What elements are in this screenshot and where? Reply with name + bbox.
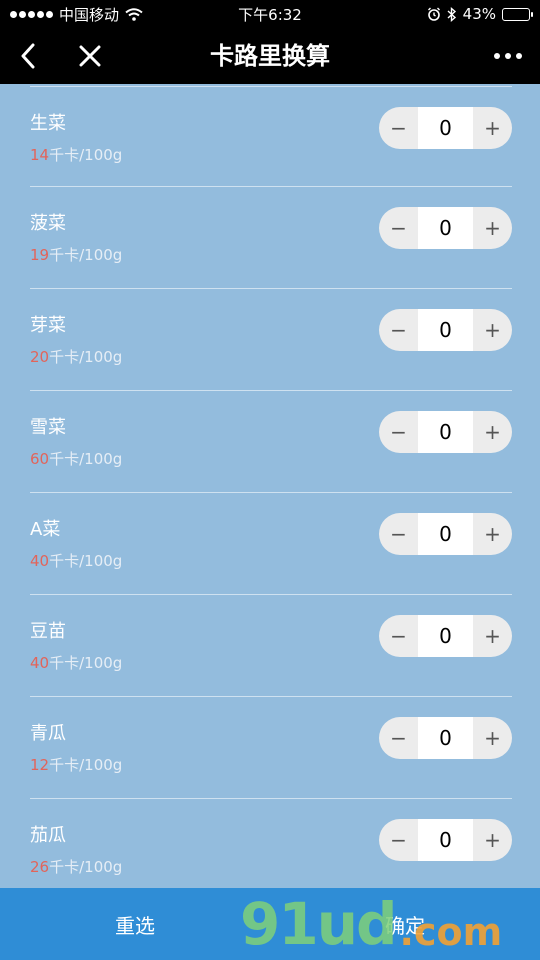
close-icon	[79, 45, 101, 67]
food-name: 生菜	[30, 113, 66, 134]
list-item: 雪菜 60千卡/100g − 0 +	[30, 390, 512, 492]
more-button[interactable]	[488, 28, 528, 84]
calorie-unit: 千卡/100g	[49, 246, 123, 264]
list-item: 生菜 14千卡/100g − 0 +	[30, 86, 512, 188]
food-calories: 14千卡/100g	[30, 144, 122, 165]
decrement-button[interactable]: −	[379, 513, 418, 555]
calorie-unit: 千卡/100g	[49, 858, 123, 876]
decrement-button[interactable]: −	[379, 107, 418, 149]
more-dots-icon	[494, 53, 522, 59]
quantity-value[interactable]: 0	[418, 513, 473, 555]
status-left: 中国移动	[10, 4, 143, 25]
quantity-value[interactable]: 0	[418, 717, 473, 759]
quantity-stepper: − 0 +	[379, 207, 512, 249]
decrement-button[interactable]: −	[379, 309, 418, 351]
calorie-unit: 千卡/100g	[49, 450, 123, 468]
wifi-icon	[125, 7, 143, 21]
calorie-value: 26	[30, 858, 50, 876]
quantity-stepper: − 0 +	[379, 513, 512, 555]
quantity-stepper: − 0 +	[379, 411, 512, 453]
food-name: 雪菜	[30, 417, 66, 438]
quantity-stepper: − 0 +	[379, 309, 512, 351]
list-item: 豆苗 40千卡/100g − 0 +	[30, 594, 512, 696]
quantity-value[interactable]: 0	[418, 207, 473, 249]
alarm-icon	[427, 7, 440, 21]
food-name: 菠菜	[30, 213, 66, 234]
increment-button[interactable]: +	[473, 717, 512, 759]
list-item: A菜 40千卡/100g − 0 +	[30, 492, 512, 594]
quantity-stepper: − 0 +	[379, 717, 512, 759]
calorie-unit: 千卡/100g	[49, 348, 123, 366]
food-calories: 40千卡/100g	[30, 652, 122, 673]
calorie-unit: 千卡/100g	[49, 756, 123, 774]
decrement-button[interactable]: −	[379, 819, 418, 861]
calorie-value: 60	[30, 450, 50, 468]
calorie-unit: 千卡/100g	[49, 146, 123, 164]
food-calories: 40千卡/100g	[30, 550, 122, 571]
increment-button[interactable]: +	[473, 819, 512, 861]
bottom-action-bar: 重选 确定	[0, 888, 540, 960]
signal-icon	[10, 10, 53, 18]
quantity-value[interactable]: 0	[418, 309, 473, 351]
calorie-value: 20	[30, 348, 50, 366]
increment-button[interactable]: +	[473, 411, 512, 453]
increment-button[interactable]: +	[473, 513, 512, 555]
close-button[interactable]	[72, 28, 108, 84]
decrement-button[interactable]: −	[379, 615, 418, 657]
calorie-value: 40	[30, 552, 50, 570]
food-name: 茄瓜	[30, 825, 66, 846]
status-right: 43%	[427, 5, 533, 23]
food-calories: 12千卡/100g	[30, 754, 122, 775]
food-name: 芽菜	[30, 315, 66, 336]
status-bar: 中国移动 下午6:32 43%	[0, 0, 540, 28]
decrement-button[interactable]: −	[379, 207, 418, 249]
quantity-stepper: − 0 +	[379, 819, 512, 861]
battery-percent: 43%	[462, 5, 496, 23]
increment-button[interactable]: +	[473, 615, 512, 657]
chevron-left-icon	[21, 43, 35, 69]
decrement-button[interactable]: −	[379, 411, 418, 453]
list-item: 芽菜 20千卡/100g − 0 +	[30, 288, 512, 390]
list-item: 青瓜 12千卡/100g − 0 +	[30, 696, 512, 798]
food-name: 青瓜	[30, 723, 66, 744]
increment-button[interactable]: +	[473, 107, 512, 149]
food-name: A菜	[30, 519, 61, 540]
quantity-stepper: − 0 +	[379, 107, 512, 149]
confirm-button[interactable]: 确定	[270, 888, 540, 960]
calorie-unit: 千卡/100g	[49, 654, 123, 672]
increment-button[interactable]: +	[473, 207, 512, 249]
food-calories: 26千卡/100g	[30, 856, 122, 877]
quantity-value[interactable]: 0	[418, 615, 473, 657]
nav-bar: 卡路里换算	[0, 28, 540, 84]
quantity-value[interactable]: 0	[418, 107, 473, 149]
food-calories: 60千卡/100g	[30, 448, 122, 469]
back-button[interactable]	[10, 28, 46, 84]
increment-button[interactable]: +	[473, 309, 512, 351]
carrier-label: 中国移动	[59, 5, 120, 24]
bluetooth-icon	[447, 6, 456, 22]
quantity-value[interactable]: 0	[418, 411, 473, 453]
calorie-value: 40	[30, 654, 50, 672]
quantity-value[interactable]: 0	[418, 819, 473, 861]
food-list: 生菜 14千卡/100g − 0 + 菠菜 19千卡/100g − 0 + 芽菜…	[0, 84, 540, 888]
decrement-button[interactable]: −	[379, 717, 418, 759]
list-item: 菠菜 19千卡/100g − 0 +	[30, 186, 512, 288]
food-calories: 19千卡/100g	[30, 244, 122, 265]
reset-button[interactable]: 重选	[0, 888, 270, 960]
calorie-value: 14	[30, 146, 50, 164]
battery-icon	[502, 7, 533, 21]
calorie-unit: 千卡/100g	[49, 552, 123, 570]
calorie-value: 12	[30, 756, 50, 774]
list-item: 茄瓜 26千卡/100g − 0 +	[30, 798, 512, 888]
quantity-stepper: − 0 +	[379, 615, 512, 657]
food-calories: 20千卡/100g	[30, 346, 122, 367]
calorie-value: 19	[30, 246, 50, 264]
food-name: 豆苗	[30, 621, 66, 642]
